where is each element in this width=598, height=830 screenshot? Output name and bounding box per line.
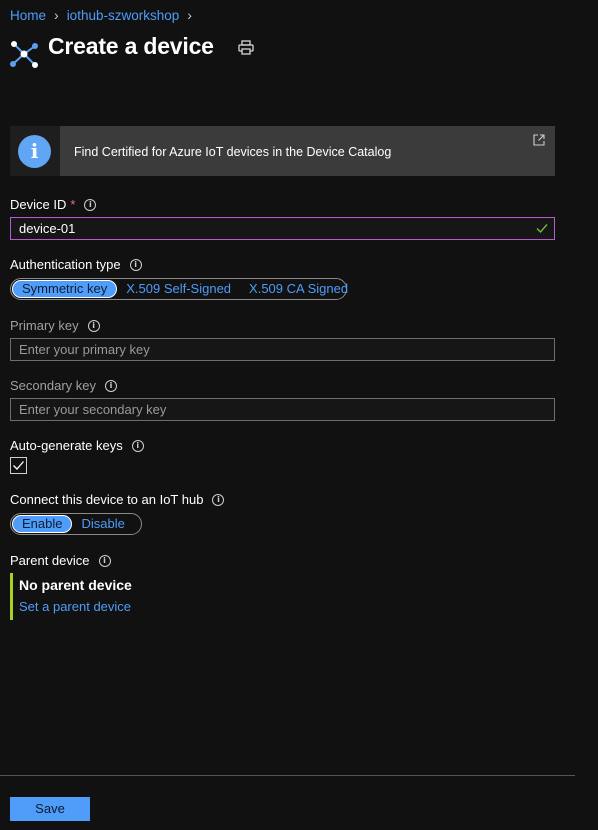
external-link-icon[interactable] (533, 134, 545, 146)
device-id-label: Device ID * i (10, 197, 97, 212)
parent-device-label: Parent device i (10, 553, 111, 568)
parent-device-value: No parent device (19, 577, 132, 593)
secondary-key-placeholder: Enter your secondary key (19, 402, 167, 417)
primary-key-label: Primary key i (10, 318, 100, 333)
primary-key-input[interactable]: Enter your primary key (10, 338, 555, 361)
save-button[interactable]: Save (10, 797, 90, 821)
device-id-input[interactable]: device-01 (10, 217, 555, 240)
breadcrumb-home-link[interactable]: Home (10, 8, 46, 23)
info-icon[interactable]: i (87, 319, 100, 332)
auth-option-symmetric-key[interactable]: Symmetric key (12, 280, 118, 298)
secondary-key-label-text: Secondary key (10, 378, 96, 393)
checkmark-icon (13, 461, 24, 470)
connect-option-disable[interactable]: Disable (72, 515, 133, 533)
breadcrumb-hub-link[interactable]: iothub-szworkshop (67, 8, 180, 23)
info-icon[interactable]: i (84, 198, 97, 211)
auth-option-x509-self-signed[interactable]: X.509 Self-Signed (117, 280, 240, 298)
auto-generate-label: Auto-generate keys i (10, 438, 144, 453)
page-title: Create a device (48, 33, 214, 59)
banner-icon-box: i (10, 126, 60, 176)
auth-type-label: Authentication type i (10, 257, 142, 272)
chevron-right-icon: › (187, 7, 192, 23)
footer-divider (0, 775, 575, 776)
device-id-label-text: Device ID (10, 197, 67, 212)
auth-option-x509-ca-signed[interactable]: X.509 CA Signed (240, 280, 357, 298)
print-icon[interactable] (238, 40, 254, 55)
auth-type-toggle: Symmetric key X.509 Self-Signed X.509 CA… (10, 278, 348, 300)
primary-key-label-text: Primary key (10, 318, 79, 333)
secondary-key-input[interactable]: Enter your secondary key (10, 398, 555, 421)
parent-device-accent-bar (10, 573, 13, 620)
connect-hub-label: Connect this device to an IoT hub i (10, 492, 225, 507)
info-icon[interactable]: i (98, 554, 111, 567)
checkmark-icon (536, 224, 548, 234)
auth-type-label-text: Authentication type (10, 257, 121, 272)
info-icon: i (18, 135, 51, 168)
device-catalog-banner[interactable]: i Find Certified for Azure IoT devices i… (10, 126, 555, 176)
connect-option-enable[interactable]: Enable (12, 515, 73, 533)
info-icon[interactable]: i (105, 379, 117, 392)
banner-text: Find Certified for Azure IoT devices in … (74, 145, 392, 159)
connect-hub-label-text: Connect this device to an IoT hub (10, 492, 204, 507)
chevron-right-icon: › (54, 7, 59, 23)
iot-device-icon (10, 41, 38, 68)
info-icon[interactable]: i (212, 493, 225, 506)
info-icon[interactable]: i (129, 258, 142, 271)
required-marker: * (70, 197, 76, 212)
info-icon[interactable]: i (131, 439, 144, 452)
auto-generate-checkbox[interactable] (10, 457, 27, 474)
set-parent-device-link[interactable]: Set a parent device (19, 599, 131, 614)
connect-hub-toggle: Enable Disable (10, 513, 142, 535)
device-id-value: device-01 (19, 221, 76, 236)
parent-device-label-text: Parent device (10, 553, 90, 568)
primary-key-placeholder: Enter your primary key (19, 342, 150, 357)
secondary-key-label: Secondary key i (10, 378, 117, 393)
auto-generate-label-text: Auto-generate keys (10, 438, 123, 453)
breadcrumb: Home › iothub-szworkshop › (10, 7, 192, 23)
